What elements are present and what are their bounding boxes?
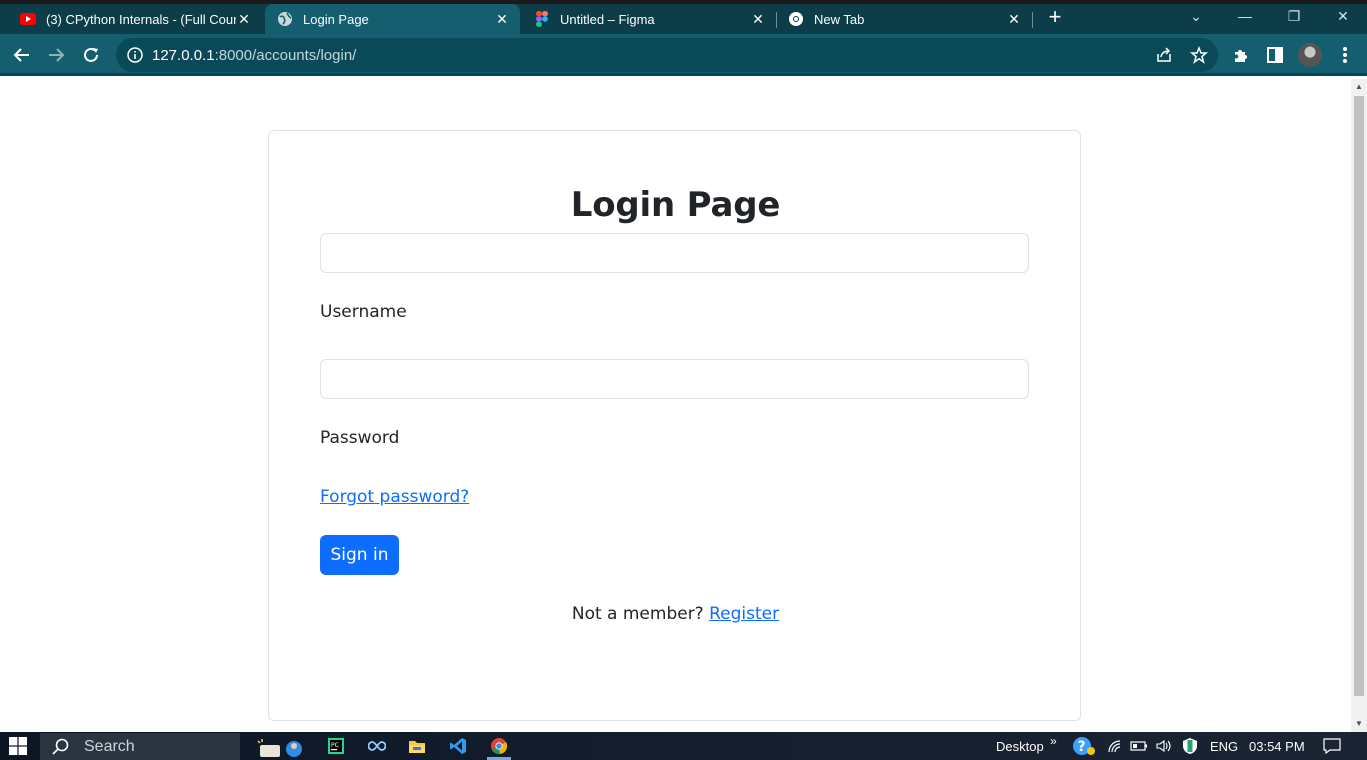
chrome-icon	[788, 11, 804, 27]
tab-separator	[1032, 12, 1033, 28]
globe-icon	[277, 11, 293, 27]
search-placeholder: Search	[84, 737, 135, 755]
browser-tab-strip: (3) CPython Internals - (Full Cour ✕ Log…	[0, 0, 1367, 34]
language-indicator[interactable]: ENG	[1210, 739, 1238, 754]
infinity-app-icon[interactable]	[367, 736, 387, 756]
forward-arrow-icon[interactable]	[44, 43, 68, 67]
file-explorer-icon[interactable]	[407, 736, 427, 756]
tab-new-tab[interactable]: New Tab ✕	[778, 4, 1032, 34]
notification-center-icon[interactable]	[1322, 736, 1342, 756]
share-icon[interactable]	[1154, 45, 1174, 65]
username-input[interactable]	[320, 233, 1029, 273]
not-member-text: Not a member?	[571, 604, 704, 624]
help-question-icon[interactable]: ?	[1071, 736, 1097, 756]
windows-start-icon[interactable]	[8, 736, 28, 756]
svg-text:PC: PC	[331, 742, 339, 749]
tab-separator	[776, 12, 777, 28]
address-bar[interactable]: 127.0.0.1:8000/accounts/login/	[116, 38, 1218, 72]
close-tab-icon[interactable]: ✕	[1006, 11, 1022, 27]
side-panel-icon[interactable]	[1263, 43, 1287, 67]
close-tab-icon[interactable]: ✕	[750, 11, 766, 27]
username-label: Username	[320, 302, 407, 322]
login-card: Login Page Username Password Forgot pass…	[268, 130, 1081, 721]
windows-taskbar: Search PC Desktop » ? ENG 03:54 PM	[0, 732, 1367, 760]
search-icon	[52, 738, 70, 756]
tab-cpython-internals[interactable]: (3) CPython Internals - (Full Cour ✕	[8, 4, 262, 34]
reload-icon[interactable]	[79, 43, 103, 67]
register-link[interactable]: Register	[709, 604, 779, 624]
toolbar-overflow-chevron-icon[interactable]: »	[1050, 734, 1057, 748]
minimize-icon[interactable]: —	[1225, 4, 1265, 32]
url-path: :8000/accounts/login/	[214, 47, 357, 64]
page-viewport: Login Page Username Password Forgot pass…	[0, 79, 1351, 732]
password-label: Password	[320, 428, 400, 448]
volume-icon[interactable]	[1155, 736, 1173, 756]
wifi-icon[interactable]	[1106, 736, 1124, 756]
url-host: 127.0.0.1	[152, 47, 215, 64]
vscode-icon[interactable]	[448, 736, 468, 756]
battery-icon[interactable]	[1130, 736, 1148, 756]
vertical-scrollbar[interactable]: ▲ ▼	[1351, 79, 1367, 732]
pycharm-icon[interactable]: PC	[327, 736, 345, 756]
youtube-icon	[20, 11, 36, 27]
tab-title: (3) CPython Internals - (Full Cour	[46, 11, 236, 27]
password-input[interactable]	[320, 359, 1029, 399]
site-info-icon[interactable]	[126, 46, 144, 64]
new-tab-plus-icon[interactable]: +	[1043, 6, 1067, 30]
tab-search-chevron-icon[interactable]: ⌄	[1176, 4, 1216, 32]
chrome-taskbar-icon[interactable]	[489, 736, 509, 756]
tab-title: Untitled – Figma	[560, 11, 655, 27]
profile-avatar[interactable]	[1298, 43, 1322, 67]
scroll-thumb[interactable]	[1354, 96, 1364, 696]
register-prompt: Not a member? Register	[269, 604, 1082, 624]
back-arrow-icon[interactable]	[10, 43, 34, 67]
security-shield-icon[interactable]	[1181, 736, 1199, 756]
close-window-icon[interactable]: ✕	[1323, 4, 1363, 32]
scroll-down-arrow-icon[interactable]: ▼	[1354, 719, 1364, 729]
scroll-up-arrow-icon[interactable]: ▲	[1354, 82, 1364, 92]
taskbar-search-box[interactable]: Search	[40, 733, 302, 760]
restore-icon[interactable]: ❐	[1274, 4, 1314, 32]
desktop-toolbar-label[interactable]: Desktop	[996, 739, 1044, 754]
forgot-password-link[interactable]: Forgot password?	[320, 487, 469, 507]
close-tab-icon[interactable]: ✕	[494, 11, 510, 27]
browser-menu-kebab-icon[interactable]	[1333, 43, 1357, 67]
extensions-puzzle-icon[interactable]	[1229, 43, 1253, 67]
page-title: Login Page	[570, 185, 781, 225]
tab-login-page[interactable]: Login Page ✕	[265, 4, 520, 34]
search-highlight-illustration-icon	[254, 737, 312, 759]
sign-in-button[interactable]: Sign in	[320, 535, 399, 575]
svg-text:?: ?	[1078, 739, 1086, 755]
bookmark-star-icon[interactable]	[1189, 45, 1209, 65]
browser-toolbar: 127.0.0.1:8000/accounts/login/	[0, 34, 1367, 76]
tab-figma[interactable]: Untitled – Figma ✕	[522, 4, 776, 34]
close-tab-icon[interactable]: ✕	[236, 11, 252, 27]
tab-title: Login Page	[303, 11, 369, 27]
figma-icon	[534, 11, 550, 27]
tab-title: New Tab	[814, 11, 865, 27]
clock-time[interactable]: 03:54 PM	[1249, 739, 1305, 754]
url-text[interactable]: 127.0.0.1:8000/accounts/login/	[152, 47, 356, 64]
